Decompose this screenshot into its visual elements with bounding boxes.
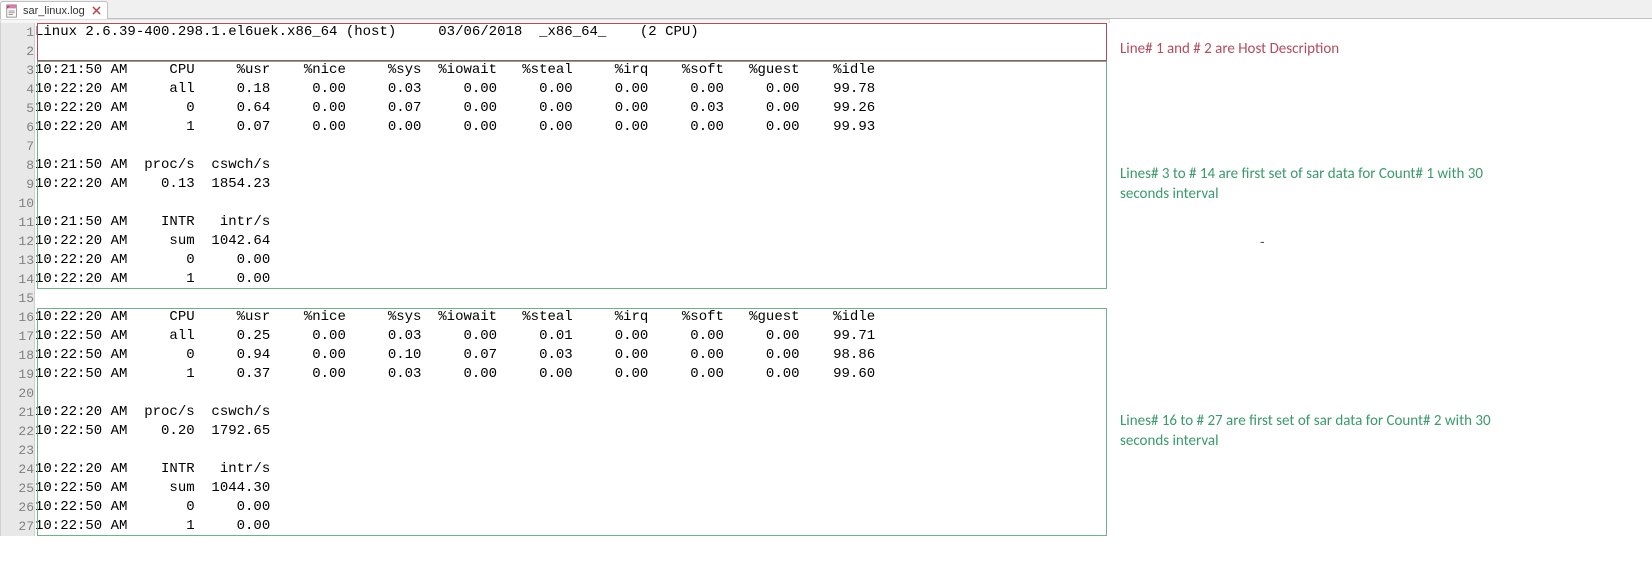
code-text: 10:22:50 AM 0.20 1792.65 [35, 422, 1110, 441]
code-text: 10:21:50 AM INTR intr/s [35, 213, 1110, 232]
file-icon [5, 4, 19, 18]
code-line: 1810:22:50 AM 0 0.94 0.00 0.10 0.07 0.03… [1, 346, 1110, 365]
line-number: 27 [1, 517, 35, 536]
line-number: 7 [1, 137, 35, 156]
line-number: 21 [1, 403, 35, 422]
code-text: 10:21:50 AM CPU %usr %nice %sys %iowait … [35, 61, 1110, 80]
code-text: 10:22:50 AM 1 0.37 0.00 0.03 0.00 0.00 0… [35, 365, 1110, 384]
line-number: 20 [1, 384, 35, 403]
code-line: 23 [1, 441, 1110, 460]
code-text: 10:22:20 AM INTR intr/s [35, 460, 1110, 479]
annotation-count2: Lines# 16 to # 27 are first set of sar d… [1120, 411, 1520, 452]
code-line: 2110:22:20 AM proc/s cswch/s [1, 403, 1110, 422]
code-text: 10:22:50 AM sum 1044.30 [35, 479, 1110, 498]
editor-table[interactable]: 1Linux 2.6.39-400.298.1.el6uek.x86_64 (h… [0, 23, 1110, 536]
line-number: 16 [1, 308, 35, 327]
line-number: 22 [1, 422, 35, 441]
code-text: 10:22:20 AM 1 0.00 [35, 270, 1110, 289]
line-number: 3 [1, 61, 35, 80]
line-number: 26 [1, 498, 35, 517]
code-line: 1210:22:20 AM sum 1042.64 [1, 232, 1110, 251]
code-text: 10:22:50 AM 0 0.00 [35, 498, 1110, 517]
line-number: 5 [1, 99, 35, 118]
code-line: 1Linux 2.6.39-400.298.1.el6uek.x86_64 (h… [1, 23, 1110, 42]
code-text: 10:22:20 AM proc/s cswch/s [35, 403, 1110, 422]
file-tab-label: sar_linux.log [23, 5, 85, 17]
code-line: 810:21:50 AM proc/s cswch/s [1, 156, 1110, 175]
annotation-column: Line# 1 and # 2 are Host Description Lin… [1110, 19, 1650, 536]
code-text: 10:22:20 AM all 0.18 0.00 0.03 0.00 0.00… [35, 80, 1110, 99]
line-number: 19 [1, 365, 35, 384]
code-line: 2410:22:20 AM INTR intr/s [1, 460, 1110, 479]
code-text: 10:22:20 AM 0 0.00 [35, 251, 1110, 270]
tabs-bar: sar_linux.log [0, 0, 1652, 19]
line-number: 17 [1, 327, 35, 346]
code-text [35, 42, 1110, 61]
code-line: 7 [1, 137, 1110, 156]
annotation-dash: - [1260, 233, 1265, 253]
code-text [35, 441, 1110, 460]
code-line: 1410:22:20 AM 1 0.00 [1, 270, 1110, 289]
code-text: 10:22:20 AM 0.13 1854.23 [35, 175, 1110, 194]
code-text: 10:22:20 AM 0 0.64 0.00 0.07 0.00 0.00 0… [35, 99, 1110, 118]
code-line: 310:21:50 AM CPU %usr %nice %sys %iowait… [1, 61, 1110, 80]
line-number: 15 [1, 289, 35, 308]
code-text: 10:22:20 AM CPU %usr %nice %sys %iowait … [35, 308, 1110, 327]
line-number: 12 [1, 232, 35, 251]
close-icon[interactable] [91, 5, 102, 16]
code-text: 10:22:50 AM 0 0.94 0.00 0.10 0.07 0.03 0… [35, 346, 1110, 365]
code-line: 1310:22:20 AM 0 0.00 [1, 251, 1110, 270]
code-text: 10:22:50 AM 1 0.00 [35, 517, 1110, 536]
line-number: 14 [1, 270, 35, 289]
code-line: 910:22:20 AM 0.13 1854.23 [1, 175, 1110, 194]
code-text: 10:22:20 AM sum 1042.64 [35, 232, 1110, 251]
code-line: 20 [1, 384, 1110, 403]
line-number: 13 [1, 251, 35, 270]
code-text: Linux 2.6.39-400.298.1.el6uek.x86_64 (ho… [35, 23, 1110, 42]
code-text [35, 194, 1110, 213]
code-line: 610:22:20 AM 1 0.07 0.00 0.00 0.00 0.00 … [1, 118, 1110, 137]
code-text [35, 289, 1110, 308]
code-line: 10 [1, 194, 1110, 213]
annotation-host-description: Line# 1 and # 2 are Host Description [1120, 39, 1500, 59]
line-number: 24 [1, 460, 35, 479]
main-area: 1Linux 2.6.39-400.298.1.el6uek.x86_64 (h… [0, 19, 1652, 536]
line-number: 2 [1, 42, 35, 61]
code-line: 410:22:20 AM all 0.18 0.00 0.03 0.00 0.0… [1, 80, 1110, 99]
line-number: 6 [1, 118, 35, 137]
line-number: 4 [1, 80, 35, 99]
code-text: 10:22:50 AM all 0.25 0.00 0.03 0.00 0.01… [35, 327, 1110, 346]
code-line: 510:22:20 AM 0 0.64 0.00 0.07 0.00 0.00 … [1, 99, 1110, 118]
code-line: 2210:22:50 AM 0.20 1792.65 [1, 422, 1110, 441]
editor-column: 1Linux 2.6.39-400.298.1.el6uek.x86_64 (h… [0, 19, 1110, 536]
code-text: 10:21:50 AM proc/s cswch/s [35, 156, 1110, 175]
code-text: 10:22:20 AM 1 0.07 0.00 0.00 0.00 0.00 0… [35, 118, 1110, 137]
app-root: sar_linux.log 1Linux 2.6.39-400.298.1.el… [0, 0, 1652, 536]
code-text [35, 137, 1110, 156]
line-number: 8 [1, 156, 35, 175]
code-line: 2610:22:50 AM 0 0.00 [1, 498, 1110, 517]
code-line: 1710:22:50 AM all 0.25 0.00 0.03 0.00 0.… [1, 327, 1110, 346]
file-tab-sar-linux-log[interactable]: sar_linux.log [0, 1, 108, 19]
editor-wrap: 1Linux 2.6.39-400.298.1.el6uek.x86_64 (h… [0, 23, 1110, 536]
code-line: 2 [1, 42, 1110, 61]
code-line: 15 [1, 289, 1110, 308]
line-number: 18 [1, 346, 35, 365]
code-line: 1110:21:50 AM INTR intr/s [1, 213, 1110, 232]
code-text [35, 384, 1110, 403]
line-number: 10 [1, 194, 35, 213]
annotation-count1: Lines# 3 to # 14 are first set of sar da… [1120, 164, 1520, 205]
code-line: 2710:22:50 AM 1 0.00 [1, 517, 1110, 536]
line-number: 1 [1, 23, 35, 42]
line-number: 23 [1, 441, 35, 460]
code-line: 2510:22:50 AM sum 1044.30 [1, 479, 1110, 498]
code-line: 1910:22:50 AM 1 0.37 0.00 0.03 0.00 0.00… [1, 365, 1110, 384]
code-line: 1610:22:20 AM CPU %usr %nice %sys %iowai… [1, 308, 1110, 327]
line-number: 11 [1, 213, 35, 232]
line-number: 9 [1, 175, 35, 194]
line-number: 25 [1, 479, 35, 498]
